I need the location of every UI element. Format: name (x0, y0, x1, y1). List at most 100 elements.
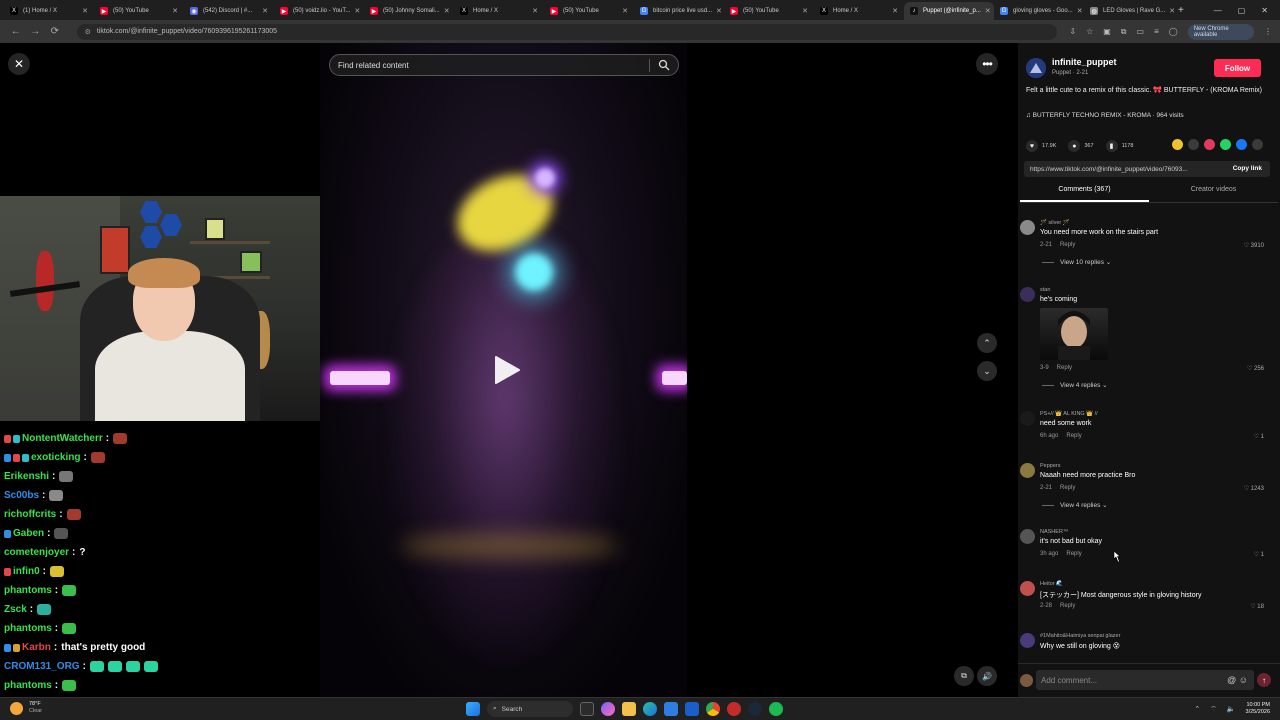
task-view-icon[interactable] (580, 702, 594, 716)
minimize-icon[interactable]: — (1214, 6, 1222, 15)
menu-icon[interactable]: ⋮ (1264, 27, 1272, 36)
send-comment-button[interactable]: ↑ (1257, 673, 1271, 687)
store-icon[interactable] (664, 702, 678, 716)
speaker-icon[interactable]: 🔈 (1227, 705, 1236, 713)
tab-creator-videos[interactable]: Creator videos (1149, 186, 1278, 202)
browser-tab[interactable]: ♪ Puppet (@infinite_p... ✕ (904, 2, 994, 20)
tab-close-icon[interactable]: ✕ (618, 7, 628, 15)
floating-player-icon[interactable]: ⧉ (954, 666, 974, 686)
tab-close-icon[interactable]: ✕ (1073, 7, 1083, 15)
chat-username[interactable]: NontentWatcherr (22, 433, 103, 444)
author-avatar[interactable] (1026, 58, 1046, 78)
tab-close-icon[interactable]: ✕ (1165, 7, 1174, 15)
mail-icon[interactable] (685, 702, 699, 716)
tab-comments[interactable]: Comments (367) (1020, 186, 1149, 202)
close-window-icon[interactable]: ✕ (1261, 6, 1268, 15)
volume-icon[interactable]: 🔊 (977, 666, 997, 686)
commenter-name[interactable]: #1Mahito&Haimiya senpai glazer (1040, 633, 1120, 639)
comment-icon[interactable]: ● (1068, 140, 1081, 152)
tab-close-icon[interactable]: ✕ (528, 7, 538, 15)
chat-username[interactable]: cometenjoyer (4, 547, 69, 558)
comment-like-button[interactable]: ♡ 1243 (1244, 485, 1264, 492)
taskbar-search[interactable]: ⌕ Search (487, 701, 573, 717)
split-view-icon[interactable]: ▭ (1137, 27, 1145, 36)
commenter-avatar[interactable] (1020, 633, 1035, 648)
site-info-icon[interactable]: ⚙ (85, 28, 91, 36)
copy-link-button[interactable]: Copy link (1233, 165, 1262, 172)
address-bar[interactable]: ⚙ tiktok.com/@infinite_puppet/video/7609… (76, 23, 1058, 40)
next-video-button[interactable]: ⌄ (977, 361, 997, 381)
previous-video-button[interactable]: ⌃ (977, 333, 997, 353)
send-icon[interactable] (1204, 139, 1215, 150)
tab-close-icon[interactable]: ✕ (168, 7, 178, 15)
whatsapp-icon[interactable] (1220, 139, 1231, 150)
install-icon[interactable]: ⇩ (1069, 27, 1076, 36)
browser-tab[interactable]: ▶ (50) YouTube ✕ (724, 2, 814, 20)
mention-emoji-icons[interactable]: @ ☺ (1227, 675, 1248, 685)
commenter-name[interactable]: NASHER™ (1040, 529, 1068, 535)
share-link-field[interactable]: https://www.tiktok.com/@infinite_puppet/… (1024, 161, 1270, 177)
comment-like-button[interactable]: ♡ 1 (1254, 433, 1264, 440)
related-search-input[interactable]: Find related content (329, 54, 679, 76)
commenter-avatar[interactable] (1020, 220, 1035, 235)
share-arrow-icon[interactable] (1252, 139, 1263, 150)
reply-button[interactable]: Reply (1066, 551, 1081, 557)
browser-tab[interactable]: ▶ (50) YouTube ✕ (94, 2, 184, 20)
chat-username[interactable]: Sc00bs (4, 490, 39, 501)
commenter-avatar[interactable] (1020, 287, 1035, 302)
forward-icon[interactable]: → (28, 26, 44, 37)
commenter-name[interactable]: 🪄 silver 🪄 (1040, 220, 1070, 226)
chat-username[interactable]: phantoms (4, 680, 52, 691)
chrome-icon[interactable] (706, 702, 720, 716)
commenter-avatar[interactable] (1020, 581, 1035, 596)
chat-username[interactable]: Zsck (4, 604, 27, 615)
chat-username[interactable]: Karbn (22, 642, 51, 653)
commenter-name[interactable]: stan (1040, 287, 1050, 293)
comment-like-button[interactable]: ♡ 1 (1254, 551, 1264, 558)
more-options-button[interactable]: ••• (976, 53, 998, 75)
tray-chevron-icon[interactable]: ⌃ (1194, 705, 1200, 713)
tab-close-icon[interactable]: ✕ (712, 7, 722, 15)
chat-username[interactable]: Gaben (13, 528, 44, 539)
extension-icon[interactable]: ▣ (1103, 27, 1111, 36)
browser-tab[interactable]: X Home / X ✕ (814, 2, 904, 20)
spotify-icon[interactable] (769, 702, 783, 716)
comment-like-button[interactable]: ♡ 3910 (1244, 242, 1264, 249)
like-icon[interactable]: ♥ (1026, 140, 1038, 152)
reply-button[interactable]: Reply (1060, 485, 1075, 491)
browser-tab[interactable]: ▶ (50) YouTube ✕ (544, 2, 634, 20)
coin-icon[interactable] (1172, 139, 1183, 150)
reload-icon[interactable]: ⟳ (47, 26, 63, 37)
bookmark-star-icon[interactable]: ☆ (1086, 27, 1093, 36)
app-icon[interactable] (727, 702, 741, 716)
profile-icon[interactable]: ◯ (1169, 27, 1178, 36)
browser-tab[interactable]: Ggloving gloves - Goo... ✕ (994, 2, 1084, 20)
chrome-update-button[interactable]: New Chrome available (1187, 23, 1254, 40)
search-icon[interactable] (658, 59, 670, 71)
bookmark-icon[interactable]: ▮ (1105, 140, 1118, 152)
chat-username[interactable]: Erikenshi (4, 471, 49, 482)
copilot-icon[interactable] (601, 702, 615, 716)
commenter-avatar[interactable] (1020, 529, 1035, 544)
chat-username[interactable]: richoffcrits (4, 509, 56, 520)
media-icon[interactable]: ≡ (1154, 27, 1159, 36)
comment-like-button[interactable]: ♡ 18 (1250, 603, 1264, 610)
commenter-name[interactable]: PS+// 👑 AL KING 👑 // (1040, 411, 1098, 417)
tab-close-icon[interactable]: ✕ (78, 7, 88, 15)
reply-button[interactable]: Reply (1060, 603, 1075, 609)
facebook-icon[interactable] (1236, 139, 1247, 150)
tab-close-icon[interactable]: ✕ (258, 7, 268, 15)
follow-button[interactable]: Follow (1214, 59, 1261, 77)
reply-button[interactable]: Reply (1060, 242, 1075, 248)
chat-username[interactable]: phantoms (4, 623, 52, 634)
chat-username[interactable]: exoticking (31, 452, 80, 463)
tab-close-icon[interactable]: ✕ (350, 7, 360, 15)
add-comment-input[interactable]: Add comment... @ ☺ (1036, 670, 1254, 690)
view-replies-button[interactable]: View 4 replies ⌄ (1042, 381, 1108, 389)
network-icon[interactable]: ⌔ (1210, 705, 1217, 714)
chat-username[interactable]: CROM131_ORG (4, 661, 80, 672)
comment-like-button[interactable]: ♡ 256 (1247, 365, 1264, 372)
comment-image[interactable] (1040, 308, 1108, 360)
commenter-name[interactable]: Heitor 🌊 (1040, 581, 1063, 587)
author-username[interactable]: infinite_puppet (1052, 57, 1117, 67)
